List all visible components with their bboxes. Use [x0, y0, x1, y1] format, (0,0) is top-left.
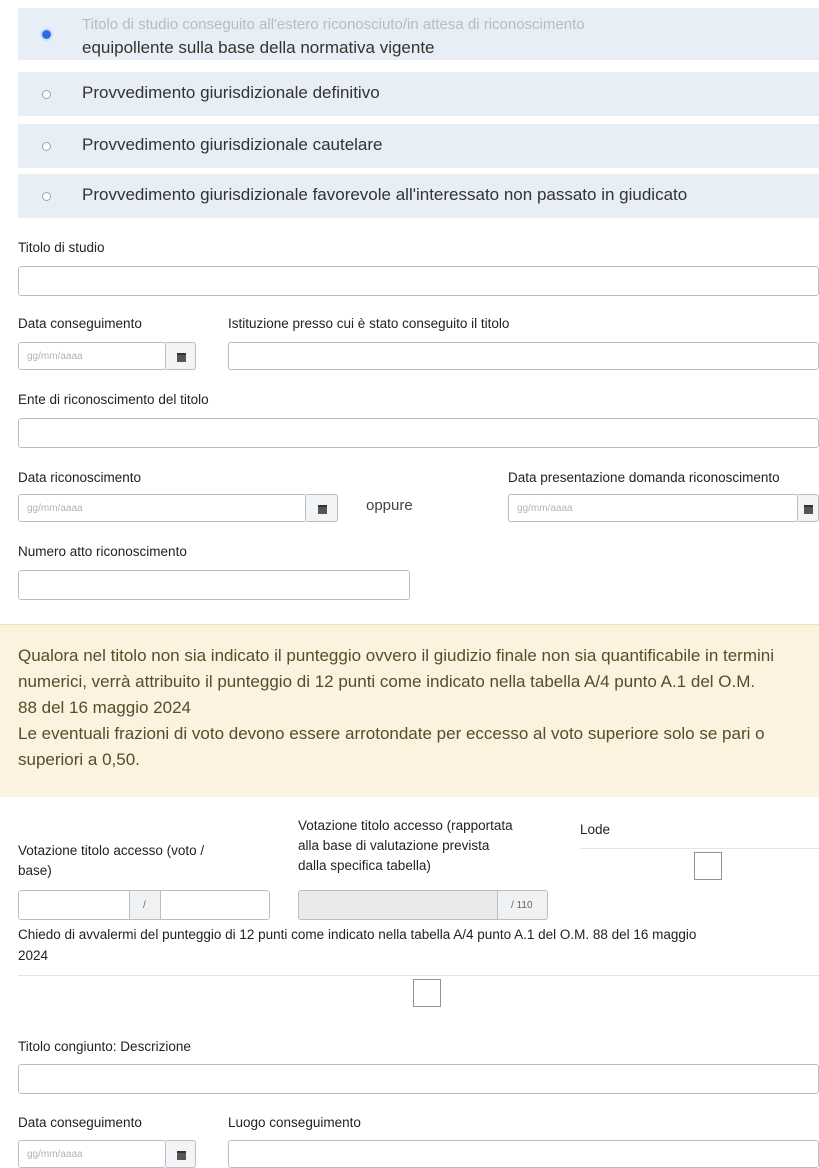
- chiedo-label: 2024: [18, 948, 49, 963]
- ente-input[interactable]: [18, 418, 819, 448]
- titolo-studio-label: Titolo di studio: [18, 240, 105, 255]
- radio-label: Provvedimento giurisdizionale cautelare: [82, 135, 383, 154]
- calendar-icon: [804, 505, 813, 514]
- radio-option-cautelare[interactable]: Provvedimento giurisdizionale cautelare: [18, 124, 819, 168]
- rapportata-input: [298, 890, 498, 920]
- data-riconoscimento-label: Data riconoscimento: [18, 470, 142, 485]
- notice-box: Qualora nel titolo non sia indicato il p…: [0, 624, 819, 797]
- date-placeholder: gg/mm/aaaa: [27, 1149, 83, 1160]
- congiunto-data-label: Data conseguimento: [18, 1115, 142, 1130]
- base-input[interactable]: [160, 890, 270, 920]
- lode-checkbox[interactable]: [694, 852, 722, 880]
- voto-separator: /: [129, 890, 161, 920]
- titolo-studio-input[interactable]: [18, 266, 819, 296]
- chiedo-label: Chiedo di avvalermi del punteggio di 12 …: [18, 927, 697, 942]
- chiedo-checkbox[interactable]: [413, 979, 441, 1007]
- voto-label: base): [18, 863, 52, 878]
- notice-line: Le eventuali frazioni di voto devono ess…: [18, 724, 765, 743]
- radio-option-favorevole[interactable]: Provvedimento giurisdizionale favorevole…: [18, 174, 819, 218]
- radio-unselected-icon[interactable]: [42, 90, 51, 99]
- divider: [18, 975, 819, 976]
- numero-atto-input[interactable]: [18, 570, 410, 600]
- data-conseguimento-input[interactable]: gg/mm/aaaa: [18, 342, 166, 370]
- divider: [580, 848, 819, 849]
- radio-label-line1: Titolo di studio conseguito all'estero r…: [82, 16, 585, 33]
- notice-line: numerici, verrà attribuito il punteggio …: [18, 672, 756, 691]
- date-placeholder: gg/mm/aaaa: [27, 503, 83, 514]
- voto-input[interactable]: [18, 890, 130, 920]
- data-presentazione-label: Data presentazione domanda riconosciment…: [508, 470, 780, 485]
- rapportata-label: dalla specifica tabella): [298, 858, 431, 873]
- radio-label-line2: equipollente sulla base della normativa …: [82, 38, 435, 57]
- calendar-button[interactable]: [166, 342, 196, 370]
- radio-label: Provvedimento giurisdizionale favorevole…: [82, 185, 688, 204]
- congiunto-luogo-input[interactable]: [228, 1140, 819, 1168]
- calendar-icon: [176, 353, 186, 362]
- congiunto-luogo-label: Luogo conseguimento: [228, 1115, 361, 1130]
- radio-option-definitivo[interactable]: Provvedimento giurisdizionale definitivo: [18, 72, 819, 116]
- notice-line: superiori a 0,50.: [18, 750, 140, 769]
- calendar-button[interactable]: [306, 494, 338, 522]
- date-placeholder: gg/mm/aaaa: [27, 351, 83, 362]
- notice-line: Qualora nel titolo non sia indicato il p…: [18, 646, 775, 665]
- rapportata-label: alla base di valutazione prevista: [298, 838, 490, 853]
- radio-label: Provvedimento giurisdizionale definitivo: [82, 83, 380, 102]
- suffix-text: / 110: [511, 900, 533, 911]
- istituzione-label: Istituzione presso cui è stato conseguit…: [228, 316, 510, 331]
- radio-unselected-icon[interactable]: [42, 142, 51, 151]
- rapportata-suffix: / 110: [497, 890, 548, 920]
- congiunto-descrizione-input[interactable]: [18, 1064, 819, 1094]
- radio-unselected-icon[interactable]: [42, 192, 51, 201]
- voto-label: Votazione titolo accesso (voto /: [18, 843, 205, 858]
- congiunto-data-input[interactable]: gg/mm/aaaa: [18, 1140, 166, 1168]
- lode-label: Lode: [580, 822, 611, 837]
- ente-label: Ente di riconoscimento del titolo: [18, 392, 209, 407]
- istituzione-input[interactable]: [228, 342, 819, 370]
- numero-atto-label: Numero atto riconoscimento: [18, 544, 187, 559]
- radio-selected-icon[interactable]: [42, 30, 51, 39]
- radio-option-estero[interactable]: Titolo di studio conseguito all'estero r…: [18, 8, 819, 60]
- calendar-button[interactable]: [798, 494, 819, 522]
- oppure-text: oppure: [366, 497, 413, 514]
- data-presentazione-input[interactable]: gg/mm/aaaa: [508, 494, 798, 522]
- data-conseguimento-label: Data conseguimento: [18, 316, 142, 331]
- calendar-icon: [176, 1151, 186, 1160]
- congiunto-descrizione-label: Titolo congiunto: Descrizione: [18, 1039, 191, 1054]
- notice-line: 88 del 16 maggio 2024: [18, 698, 191, 717]
- date-placeholder: gg/mm/aaaa: [517, 503, 573, 514]
- calendar-icon: [317, 505, 327, 514]
- calendar-button[interactable]: [166, 1140, 196, 1168]
- separator-text: /: [143, 900, 146, 911]
- rapportata-label: Votazione titolo accesso (rapportata: [298, 818, 513, 833]
- data-riconoscimento-input[interactable]: gg/mm/aaaa: [18, 494, 306, 522]
